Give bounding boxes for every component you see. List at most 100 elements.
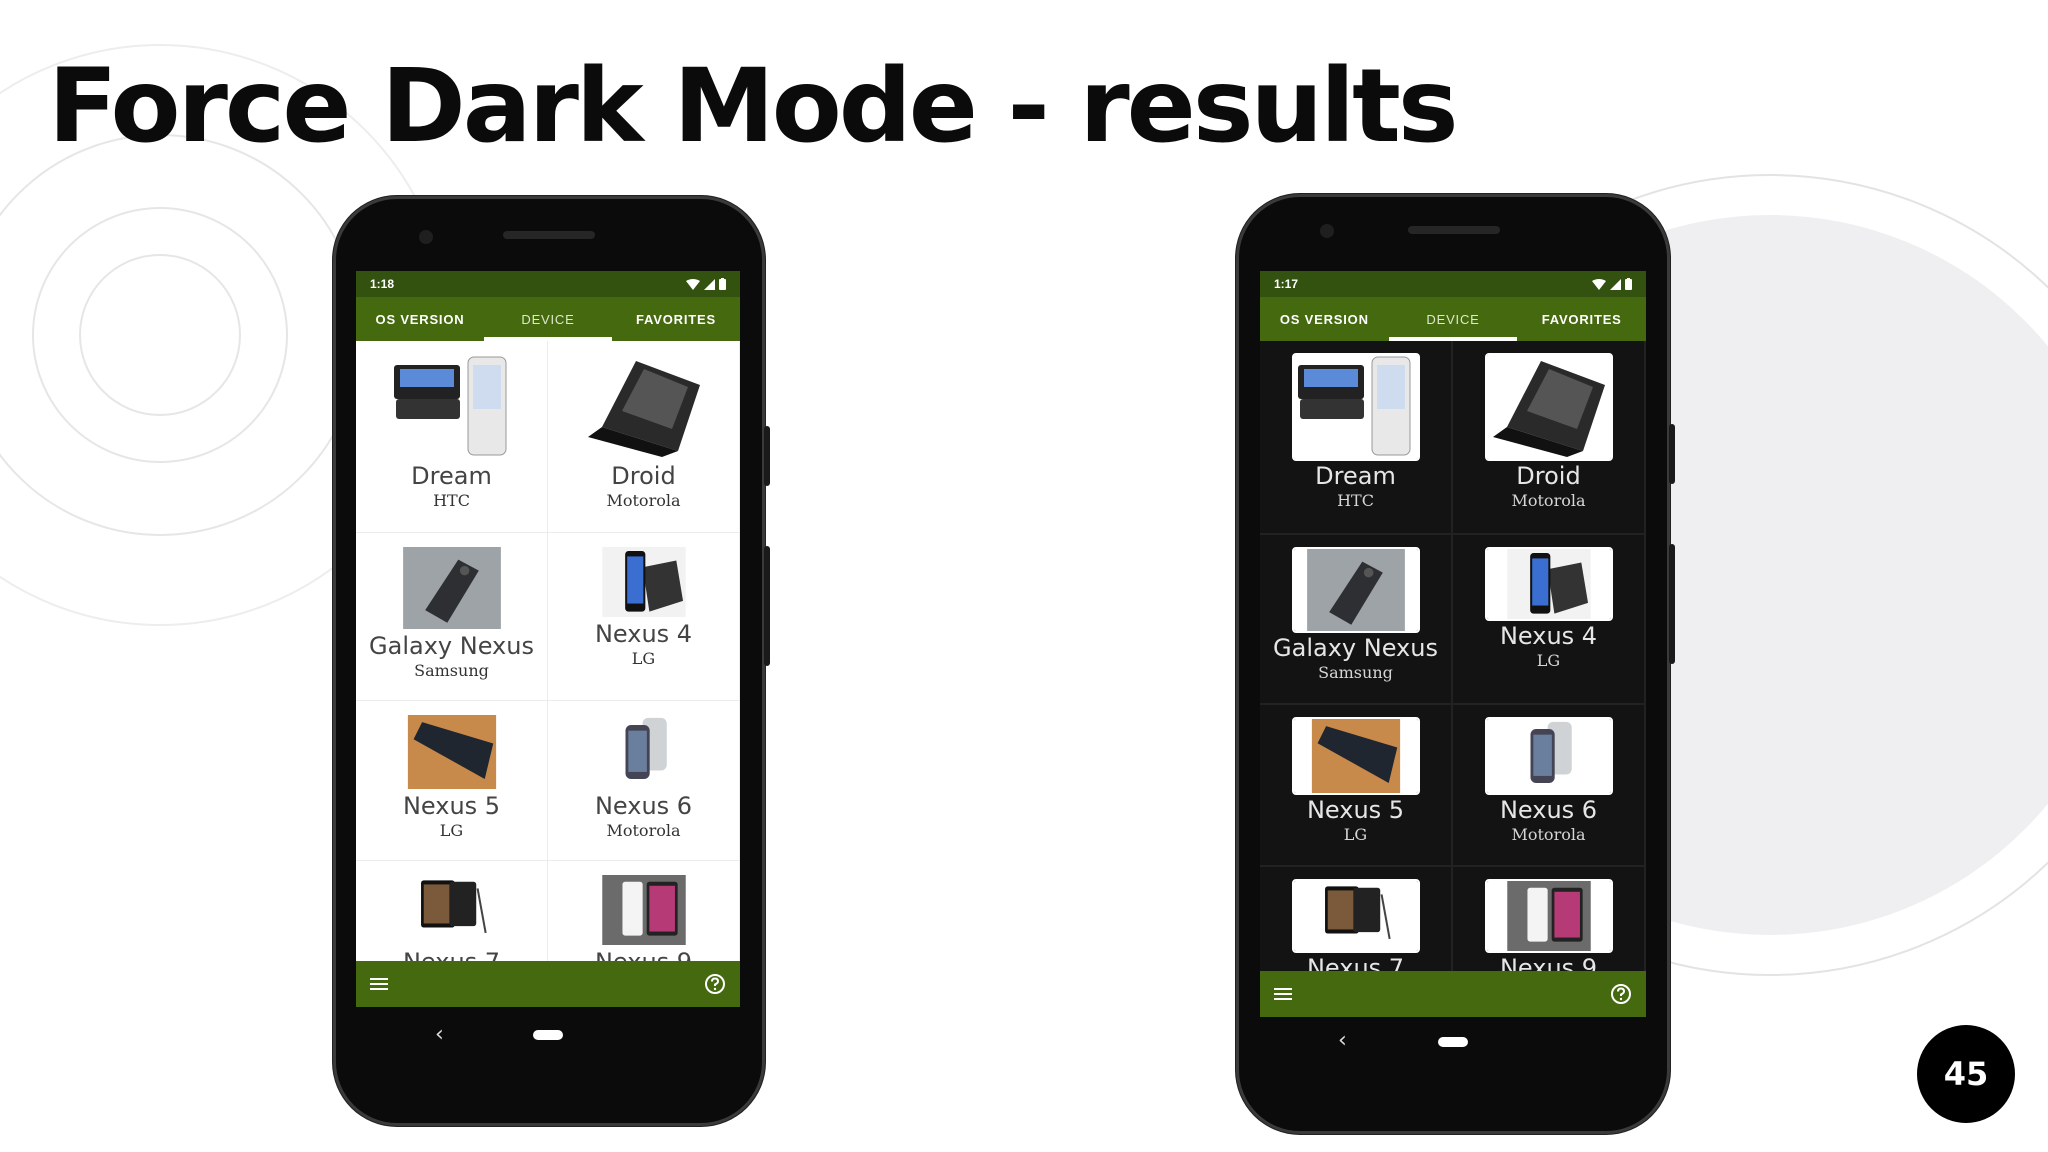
device-maker: LG (1343, 825, 1368, 845)
tab-bar: OS VERSION DEVICE FAVORITES (356, 297, 740, 341)
device-card-nexus-4[interactable]: Nexus 4 LG (1453, 535, 1646, 705)
status-icons (686, 278, 726, 290)
device-image-nexus-5 (1291, 717, 1420, 795)
device-name: Nexus 9 (1499, 954, 1598, 971)
device-name: Nexus 5 (1306, 796, 1405, 824)
tab-favorites[interactable]: FAVORITES (612, 297, 740, 341)
device-name: Galaxy Nexus (369, 632, 534, 660)
earpiece-speaker (1408, 226, 1500, 234)
help-icon[interactable] (704, 973, 726, 995)
device-name: Dream (1315, 462, 1396, 490)
device-image-dream (1291, 353, 1420, 461)
phone-side-button (1669, 424, 1675, 484)
phone-side-button (1669, 544, 1675, 664)
page-number-badge: 45 (1917, 1025, 2015, 1123)
device-name: Dream (411, 462, 492, 490)
device-card-nexus-4[interactable]: Nexus 4 LG (548, 533, 740, 701)
status-icons (1592, 278, 1632, 290)
battery-icon (1625, 278, 1632, 290)
device-name: Nexus 7 (403, 949, 500, 961)
device-card-nexus-7[interactable]: Nexus 7 (356, 861, 548, 961)
device-name: Nexus 4 (1499, 622, 1598, 650)
device-maker: Samsung (1318, 663, 1393, 683)
home-nav-pill[interactable] (533, 1030, 563, 1040)
device-image-galaxy-nexus (402, 547, 501, 629)
device-maker: LG (439, 821, 464, 841)
device-image-nexus-7 (409, 875, 494, 945)
device-image-nexus-6 (599, 715, 688, 789)
device-name: Galaxy Nexus (1273, 634, 1438, 662)
device-card-dream[interactable]: Dream HTC (1260, 341, 1453, 535)
status-bar: 1:17 (1260, 271, 1646, 297)
signal-icon (1610, 278, 1621, 290)
device-image-nexus-9 (601, 875, 686, 945)
device-maker: HTC (433, 491, 470, 511)
background-decoration (0, 44, 2048, 976)
screen-dark: 1:17 OS VERSION DEVICE FAVORITES Dream H… (1260, 271, 1646, 1017)
device-card-nexus-5[interactable]: Nexus 5 LG (1260, 705, 1453, 867)
device-name: Nexus 4 (594, 620, 693, 648)
device-image-nexus-9 (1484, 879, 1613, 953)
device-image-nexus-4 (601, 547, 686, 617)
menu-icon[interactable] (1274, 987, 1292, 1001)
device-image-galaxy-nexus (1291, 547, 1420, 633)
device-card-galaxy-nexus[interactable]: Galaxy Nexus Samsung (356, 533, 548, 701)
phone-dark: 1:17 OS VERSION DEVICE FAVORITES Dream H… (1236, 194, 1675, 1134)
device-card-nexus-9[interactable]: Nexus 9 (1453, 867, 1646, 971)
device-card-nexus-7[interactable]: Nexus 7 (1260, 867, 1453, 971)
device-image-nexus-4 (1484, 547, 1613, 621)
bottom-app-bar (1260, 971, 1646, 1017)
device-maker: Motorola (606, 491, 681, 511)
device-name: Droid (1516, 462, 1581, 490)
device-name: Nexus 9 (595, 949, 692, 961)
device-grid: Dream HTC Droid Motorola Galaxy Nexus Sa… (1260, 341, 1646, 971)
device-card-dream[interactable]: Dream HTC (356, 341, 548, 533)
device-maker: Samsung (414, 661, 489, 681)
slide-title: Force Dark Mode - results (48, 47, 1459, 166)
tab-bar: OS VERSION DEVICE FAVORITES (1260, 297, 1646, 341)
device-card-nexus-9[interactable]: Nexus 9 (548, 861, 740, 961)
device-card-nexus-6[interactable]: Nexus 6 Motorola (1453, 705, 1646, 867)
device-card-galaxy-nexus[interactable]: Galaxy Nexus Samsung (1260, 535, 1453, 705)
device-maker: Motorola (1511, 825, 1586, 845)
device-card-droid[interactable]: Droid Motorola (1453, 341, 1646, 535)
help-icon[interactable] (1610, 983, 1632, 1005)
device-card-nexus-6[interactable]: Nexus 6 Motorola (548, 701, 740, 861)
device-name: Nexus 5 (402, 792, 501, 820)
signal-icon (704, 278, 715, 290)
screen-light: 1:18 OS VERSION DEVICE FAVORITES Dream H… (356, 271, 740, 1007)
device-maker: HTC (1337, 491, 1374, 511)
tab-device[interactable]: DEVICE (484, 297, 612, 341)
phone-side-button (764, 546, 770, 666)
device-image-nexus-6 (1484, 717, 1613, 795)
device-name: Droid (611, 462, 676, 490)
device-card-droid[interactable]: Droid Motorola (548, 341, 740, 533)
device-maker: Motorola (1511, 491, 1586, 511)
device-maker: LG (1536, 651, 1561, 671)
tab-favorites[interactable]: FAVORITES (1517, 297, 1646, 341)
bottom-app-bar (356, 961, 740, 1007)
phone-light: 1:18 OS VERSION DEVICE FAVORITES Dream H… (333, 196, 770, 1126)
wifi-icon (1592, 278, 1606, 290)
tab-device[interactable]: DEVICE (1388, 297, 1518, 341)
device-name: Nexus 6 (1499, 796, 1598, 824)
phone-side-button (764, 426, 770, 486)
back-nav-icon[interactable]: ‹ (1338, 1028, 1347, 1053)
device-image-nexus-5 (407, 715, 496, 789)
wifi-icon (686, 278, 700, 290)
device-grid: Dream HTC Droid Motorola Galaxy Nexus Sa… (356, 341, 740, 961)
front-camera (419, 230, 433, 244)
home-nav-pill[interactable] (1438, 1037, 1468, 1047)
front-camera (1320, 224, 1334, 238)
status-bar: 1:18 (356, 271, 740, 297)
status-time: 1:18 (370, 277, 395, 291)
tab-os-version[interactable]: OS VERSION (1260, 297, 1389, 341)
tab-os-version[interactable]: OS VERSION (356, 297, 484, 341)
device-maker: LG (631, 649, 656, 669)
earpiece-speaker (503, 231, 595, 239)
menu-icon[interactable] (370, 977, 388, 991)
back-nav-icon[interactable]: ‹ (435, 1022, 444, 1047)
device-image-droid (1484, 353, 1613, 461)
device-card-nexus-5[interactable]: Nexus 5 LG (356, 701, 548, 861)
device-maker: Motorola (606, 821, 681, 841)
